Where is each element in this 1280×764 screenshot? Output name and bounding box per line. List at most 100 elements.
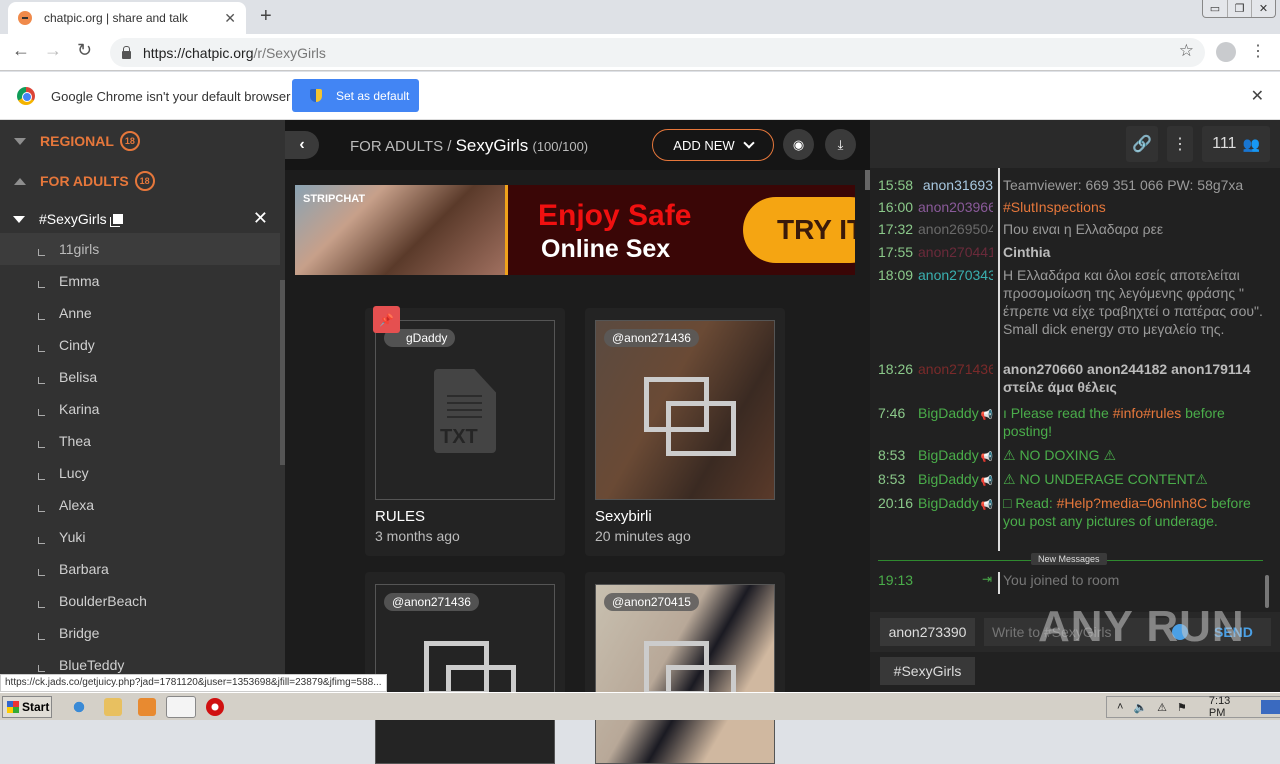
set-as-default-label: Set as default [336,88,410,103]
chat-menu-button[interactable]: ⋮ [1167,126,1193,162]
add-new-label: ADD NEW [673,137,735,153]
subroom-item[interactable]: Thea [0,425,280,457]
browser-tab[interactable]: chatpic.org | share and talk ✕ [8,2,246,34]
card-thumbnail[interactable]: @anon271436 [595,320,775,500]
download-button[interactable]: ⤓ [825,129,856,160]
subroom-corner-icon [38,600,45,608]
subroom-item[interactable]: Cindy [0,329,280,361]
card-nick[interactable]: @anon271436 [384,593,479,611]
subroom-item[interactable]: Lucy [0,457,280,489]
subroom-item[interactable]: BoulderBeach [0,585,280,617]
subroom-item[interactable]: Bridge [0,617,280,649]
address-bar[interactable]: https://chatpic.org/r/SexyGirls [110,38,1205,67]
subroom-item[interactable]: Emma [0,265,280,297]
subroom-item[interactable]: Alexa [0,489,280,521]
start-button[interactable]: Start [2,696,52,718]
category-for-adults[interactable]: FOR ADULTS 18 [0,161,280,201]
message-nick[interactable]: BigDaddy 📢 [918,494,993,515]
expand-icon [14,137,26,145]
message-nick[interactable]: anon270441 [918,243,993,261]
network-warning-icon[interactable]: ⚠ [1157,701,1167,714]
share-link-button[interactable]: 🔗 [1126,126,1158,162]
reload-button[interactable]: ↻ [77,40,92,61]
show-desktop-button[interactable] [1260,700,1280,714]
gallery-card[interactable]: @anon270415 [585,572,785,764]
card-thumbnail[interactable]: @anon271436 [375,584,555,764]
nick-label: BigDaddy [918,471,979,487]
opera-icon[interactable] [206,698,224,716]
message-nick[interactable]: anon269504 [918,220,993,238]
subroom-item[interactable]: 11girls [0,233,280,265]
user-count-button[interactable]: 111 👥 [1202,126,1270,162]
bookmark-star-icon[interactable]: ☆ [1179,41,1194,61]
nick-label: anon203966 [918,199,993,215]
card-nick[interactable]: @anon271436 [604,329,699,347]
age-18-badge-icon: 18 [134,171,155,191]
message-body: Που ειναι η Ελλαδαρα ρεε [1003,220,1268,238]
nickname-button[interactable]: anon273390 [880,618,975,646]
card-thumbnail[interactable]: @anon270415 [595,584,775,764]
infobar-close-icon[interactable]: ✕ [1251,86,1264,106]
user-count: 111 [1212,135,1237,152]
message-time: 17:55 [878,244,914,260]
message-body: anon270660 anon244182 anon179114 στείλε … [1003,360,1268,396]
message-nick[interactable]: BigDaddy 📢 [918,470,993,491]
gallery-card[interactable]: @anon271436 [365,572,565,764]
subroom-item[interactable]: Anne [0,297,280,329]
message-nick[interactable]: anon270343 [918,266,993,284]
gallery-card[interactable]: gDaddy TXT 📌 RULES 3 months ago [365,306,565,556]
eye-button[interactable]: ◉ [783,129,814,160]
profile-avatar[interactable] [1216,42,1236,62]
subroom-item[interactable]: Barbara [0,553,280,585]
subroom-corner-icon [38,504,45,512]
chrome-menu-icon[interactable]: ⋮ [1250,41,1266,61]
message-nick[interactable]: BigDaddy 📢 [918,404,993,425]
file-explorer-icon[interactable] [104,698,122,716]
message-nick[interactable]: anon31693 [918,176,993,194]
leave-room-icon[interactable]: ✕ [253,208,268,229]
browser-toolbar: ← → ↻ https://chatpic.org/r/SexyGirls ☆ … [0,34,1280,71]
internet-explorer-icon[interactable] [70,698,88,716]
message-link[interactable]: #Help?media=06nlnh8C [1057,495,1208,511]
message-nick[interactable]: anon271436 [918,360,993,378]
megaphone-icon: 📢 [980,410,993,421]
room-sexygirls[interactable]: #SexyGirls ✕ [0,204,280,234]
subroom-corner-icon [38,664,45,672]
subroom-item[interactable]: Belisa [0,361,280,393]
room-tag-button[interactable]: #SexyGirls [880,657,975,685]
media-player-icon[interactable] [138,698,156,716]
chrome-logo-icon [17,87,35,105]
breadcrumb-category[interactable]: FOR ADULTS / [350,138,451,155]
add-new-button[interactable]: ADD NEW [652,129,774,161]
message-body: ı Please read the #info#rules before pos… [1003,404,1268,440]
message-link[interactable]: #info#rules [1113,405,1182,421]
volume-icon[interactable]: 🔈 [1133,701,1147,714]
tray-expand-icon[interactable]: ˄ [1117,701,1123,713]
subroom-item[interactable]: Karina [0,393,280,425]
subroom-item[interactable]: Yuki [0,521,280,553]
nick-label: anon269504 [918,221,993,237]
subroom-label: Barbara [59,561,109,577]
card-thumbnail[interactable]: gDaddy TXT [375,320,555,500]
close-tab-icon[interactable]: ✕ [224,10,236,27]
close-window-button[interactable]: ✕ [1251,0,1275,17]
ad-cta-button[interactable]: TRY IT [743,197,855,263]
message-body: ⚠ NO UNDERAGE CONTENT⚠ [1003,470,1268,488]
minimize-button[interactable]: ▭ [1203,0,1227,17]
chrome-taskbar-icon[interactable] [166,696,196,718]
back-chevron-button[interactable]: ‹ [285,131,319,159]
forward-button[interactable]: → [44,40,62,61]
restore-button[interactable]: ❐ [1227,0,1251,17]
card-nick[interactable]: @anon270415 [604,593,699,611]
gallery-card[interactable]: @anon271436 Sexybirli 20 minutes ago [585,308,785,556]
back-button[interactable]: ← [12,40,30,61]
set-as-default-button[interactable]: Set as default [292,79,419,112]
message-nick[interactable]: anon203966 [918,198,993,216]
status-bar-url: https://ck.jads.co/getjuicy.php?jad=1781… [0,674,387,692]
category-regional[interactable]: REGIONAL 18 [0,121,280,161]
message-nick[interactable]: BigDaddy 📢 [918,446,993,467]
action-center-flag-icon[interactable]: ⚑ [1177,701,1187,714]
ad-banner[interactable]: STRIPCHAT Enjoy Safe Online Sex TRY IT [295,185,855,275]
new-tab-button[interactable]: + [260,5,272,28]
chat-scrollbar[interactable] [1265,575,1269,608]
